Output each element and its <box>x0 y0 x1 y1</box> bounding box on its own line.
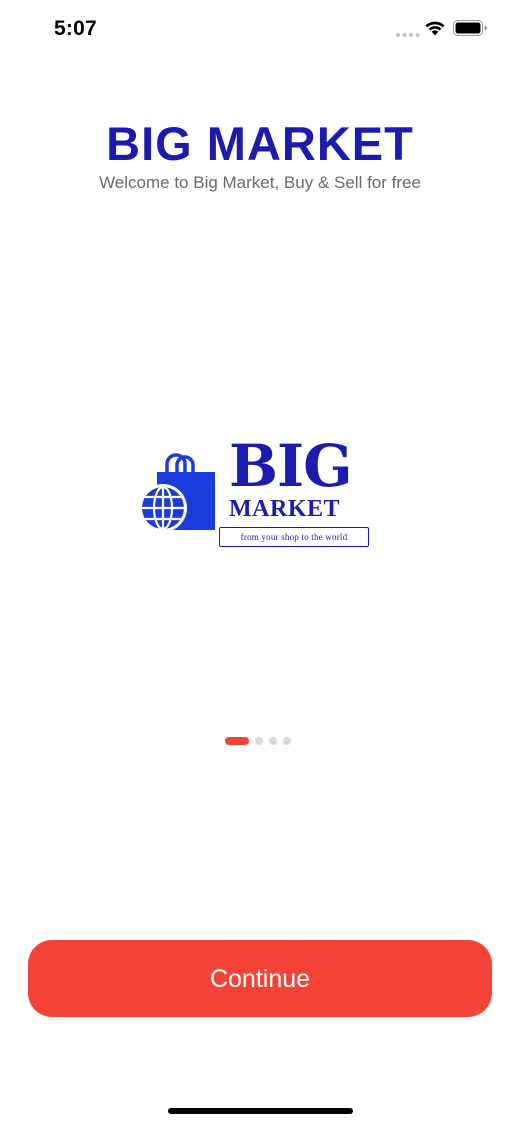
logo-tagline: from your shop to the world <box>219 527 369 547</box>
logo-wordmark-market: MARKET <box>229 496 340 522</box>
page-dot[interactable] <box>269 737 277 745</box>
home-indicator[interactable] <box>168 1108 353 1114</box>
wifi-icon <box>425 21 445 36</box>
page-dot-active[interactable] <box>225 737 249 745</box>
app-subtitle: Welcome to Big Market, Buy & Sell for fr… <box>99 173 421 192</box>
page-dot[interactable] <box>255 737 263 745</box>
logo-wordmark-big: BIG <box>229 432 353 500</box>
signal-dots-icon <box>395 32 420 38</box>
big-market-logo: BIG MARKET from your shop to the world <box>137 436 377 556</box>
app-title: BIG MARKET <box>106 117 414 170</box>
continue-button[interactable]: Continue <box>28 940 492 1017</box>
status-bar: 5:07 <box>0 0 520 58</box>
page-dot[interactable] <box>283 737 291 745</box>
globe-icon <box>142 485 184 531</box>
onboarding-screen: 5:07 BIG MARKET Welcome to Big Market, B… <box>0 0 520 1124</box>
shopping-bag-icon <box>139 453 215 532</box>
battery-icon <box>453 20 487 36</box>
status-time: 5:07 <box>54 17 97 40</box>
